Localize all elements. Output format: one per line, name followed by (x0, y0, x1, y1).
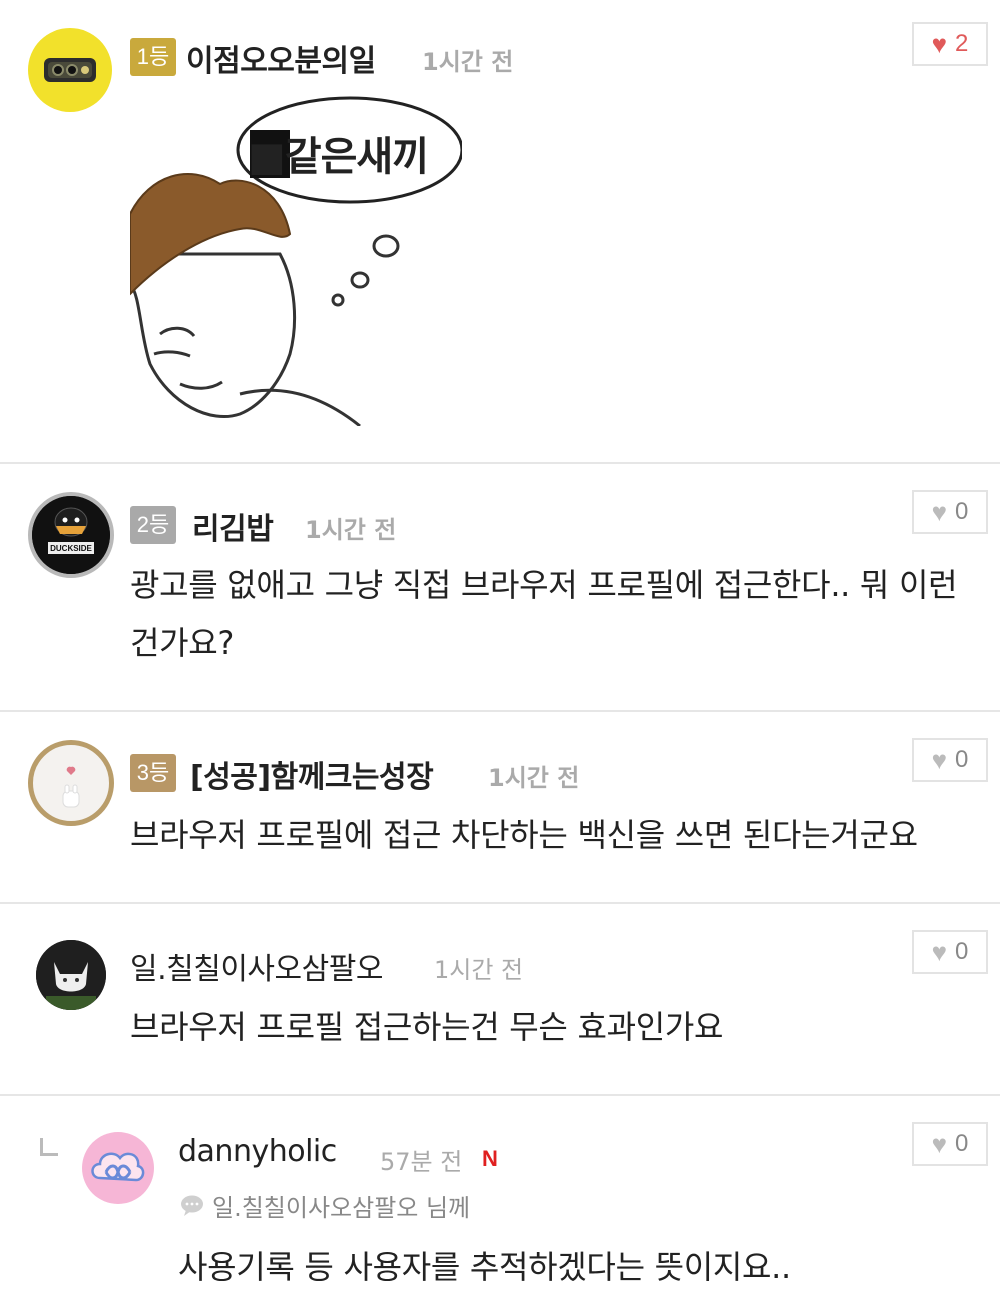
avatar[interactable]: DUCKSIDE (28, 492, 114, 578)
comment-text: 브라우저 프로필에 접근 차단하는 백신을 쓰면 된다는거군요 (130, 816, 918, 854)
heart-icon: ♥ (931, 29, 948, 59)
comment-4: 일.칠칠이사오삼팔오 1시간 전 ♥ 0 브라우저 프로필 접근하는건 무슨 효… (0, 904, 1000, 1092)
nickname[interactable]: [성공]함께크는성장 (190, 752, 434, 796)
avatar[interactable] (82, 1132, 154, 1204)
reply-to-label[interactable]: 일.칠칠이사오삼팔오 님께 (212, 1188, 470, 1223)
like-button[interactable]: ♥ 0 (912, 490, 988, 534)
new-badge: N (482, 1146, 498, 1171)
like-button[interactable]: ♥ 0 (912, 738, 988, 782)
heart-icon: ♥ (931, 745, 948, 775)
comment-text: 사용기록 등 사용자를 추적하겠다는 뜻이지요.. (178, 1248, 791, 1286)
rank-badge: 1등 (130, 38, 176, 76)
rank-badge: 2등 (130, 506, 176, 544)
like-count: 2 (955, 30, 969, 57)
comment-text: 브라우저 프로필 접근하는건 무슨 효과인가요 (130, 1008, 724, 1046)
rank-badge: 3등 (130, 754, 176, 792)
bunny-avatar-icon (62, 766, 80, 808)
heart-icon: ♥ (931, 937, 948, 967)
like-button[interactable]: ♥ 0 (912, 1122, 988, 1166)
avatar-text: DUCKSIDE (50, 544, 92, 553)
duck-avatar-icon (32, 496, 110, 574)
reply-to: 일.칠칠이사오삼팔오 님께 (180, 1188, 470, 1223)
camera-avatar-icon (44, 58, 96, 82)
timestamp: 1시간 전 (434, 956, 524, 984)
comment-text: 광고를 없애고 그냥 직접 브라우저 프로필에 접근한다.. 뭐 이런건가요? (130, 566, 958, 662)
nickname[interactable]: dannyholic (178, 1134, 337, 1169)
speech-bubble-icon (181, 1195, 203, 1216)
avatar[interactable] (28, 28, 112, 112)
cat-avatar-icon (36, 940, 106, 1010)
timestamp: 1시간 전 (305, 516, 397, 544)
like-count: 0 (955, 938, 969, 965)
heart-icon: ♥ (931, 497, 948, 527)
timestamp: 57분 전 (380, 1148, 463, 1176)
comment-1: 1등 이점오오분의일 1시간 전 ♥ 2 ■같은새끼 (0, 0, 1000, 462)
like-count: 0 (955, 498, 969, 525)
meme-sticker-image[interactable]: ■같은새끼 (130, 94, 462, 426)
nickname[interactable]: 이점오오분의일 (186, 36, 376, 80)
like-button[interactable]: ♥ 0 (912, 930, 988, 974)
avatar[interactable] (36, 940, 106, 1010)
timestamp: 1시간 전 (422, 48, 514, 76)
nickname[interactable]: 리김밥 (192, 504, 274, 548)
cloud-avatar-icon (91, 1152, 145, 1182)
avatar[interactable] (28, 740, 114, 826)
comment-2: DUCKSIDE 2등 리김밥 1시간 전 ♥ 0 광고를 없애고 그냥 직접 … (0, 464, 1000, 710)
like-button[interactable]: ♥ 2 (912, 22, 988, 66)
sticker-caption: ■같은새끼 (248, 134, 429, 180)
timestamp: 1시간 전 (488, 764, 580, 792)
comment-3: 3등 [성공]함께크는성장 1시간 전 ♥ 0 브라우저 프로필에 접근 차단하… (0, 712, 1000, 900)
like-count: 0 (955, 746, 969, 773)
reply-1: dannyholic 57분 전 N ♥ 0 일.칠칠이사오삼팔오 님께 사용기… (0, 1096, 1000, 1298)
like-count: 0 (955, 1130, 969, 1157)
reply-arrow-icon (40, 1138, 58, 1156)
nickname[interactable]: 일.칠칠이사오삼팔오 (130, 944, 383, 988)
heart-icon: ♥ (931, 1129, 948, 1159)
